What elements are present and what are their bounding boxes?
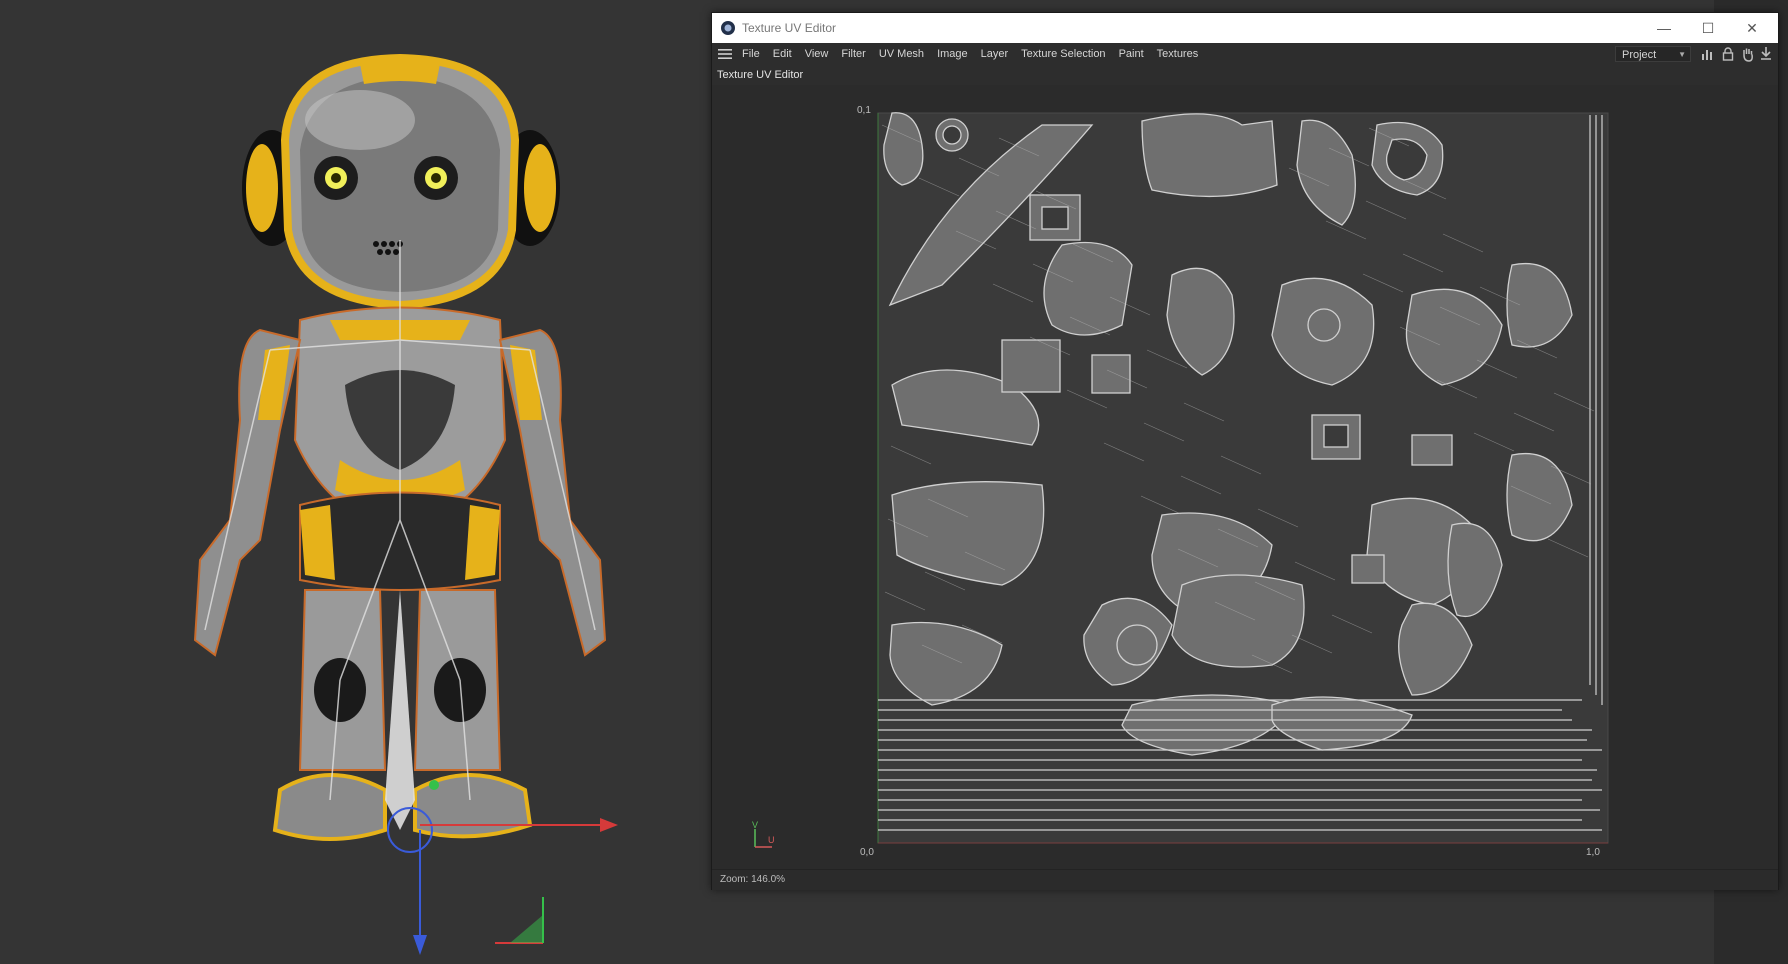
uv-label-bottom-right: 1,0 [1586,847,1600,858]
menu-bar: File Edit View Filter UV Mesh Image Laye… [712,43,1778,65]
status-bar: Zoom: 146.0% [712,869,1778,890]
zoom-level: Zoom: 146.0% [720,874,786,885]
menu-view[interactable]: View [805,48,829,60]
robot-model[interactable] [193,53,607,841]
statistics-icon[interactable] [1700,46,1716,62]
hand-pan-icon[interactable] [1740,46,1756,62]
texture-uv-editor-window[interactable]: Texture UV Editor — ☐ ✕ File Edit View F… [711,12,1779,890]
chevron-down-icon: ▼ [1678,50,1686,59]
menu-texture-selection[interactable]: Texture Selection [1021,48,1105,60]
maximize-button[interactable]: ☐ [1686,13,1730,43]
window-title: Texture UV Editor [742,21,837,35]
close-button[interactable]: ✕ [1730,13,1774,43]
uv-label-top-left: 0,1 [857,105,871,116]
lock-icon[interactable] [1720,46,1736,62]
uv-canvas[interactable]: 0,1 0,0 1,0 V U [712,85,1778,869]
menu-image[interactable]: Image [937,48,968,60]
menu-paint[interactable]: Paint [1119,48,1144,60]
menu-textures[interactable]: Textures [1157,48,1199,60]
menu-layer[interactable]: Layer [981,48,1009,60]
cinema4d-logo-icon [721,21,735,35]
project-dropdown[interactable]: Project ▼ [1615,46,1691,62]
menu-edit[interactable]: Edit [773,48,792,60]
uv-label-origin: 0,0 [860,847,874,858]
uv-map-mesh[interactable] [712,85,1778,869]
menu-uv-mesh[interactable]: UV Mesh [879,48,924,60]
world-axis-indicator [495,897,544,944]
uv-axis-indicator [754,829,772,848]
menu-filter[interactable]: Filter [841,48,865,60]
hamburger-menu-icon[interactable] [718,48,732,60]
title-bar[interactable]: Texture UV Editor — ☐ ✕ [712,13,1778,43]
minimize-button[interactable]: — [1642,13,1686,43]
pin-icon[interactable] [1758,46,1774,62]
panel-title: Texture UV Editor [717,69,804,81]
menu-file[interactable]: File [742,48,760,60]
project-dropdown-value: Project [1622,49,1657,61]
